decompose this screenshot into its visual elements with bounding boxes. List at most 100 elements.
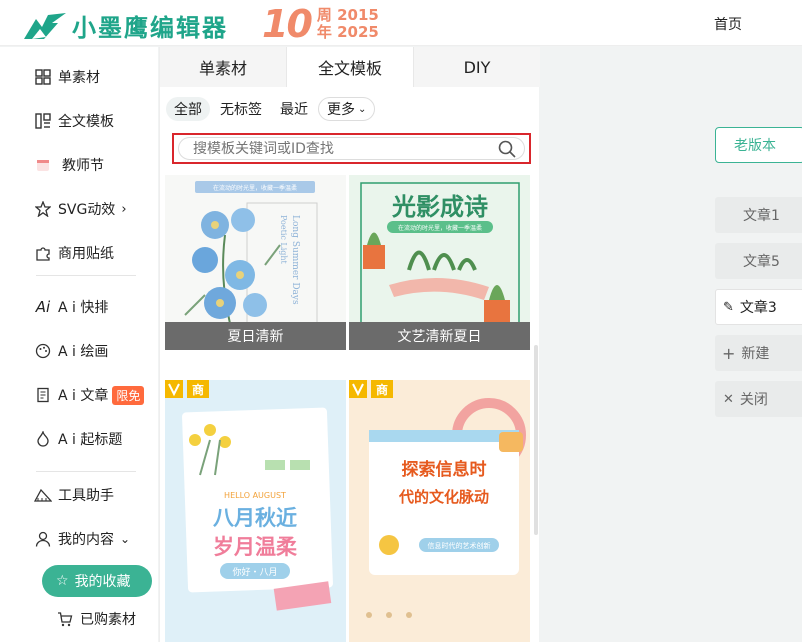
my-favorites-button[interactable]: ☆ 我的收藏 <box>42 565 152 597</box>
tab-diy[interactable]: DIY <box>414 47 540 87</box>
layout-icon <box>34 112 52 130</box>
ruler-icon <box>34 486 52 504</box>
sidebar-item-ai-article[interactable]: A i 文章 限免 <box>34 383 145 407</box>
article-tab-label: 文章1 <box>743 208 780 224</box>
sidebar-item-tools[interactable]: 工具助手 <box>34 483 114 507</box>
star-icon: ☆ <box>56 573 69 589</box>
puzzle-icon <box>34 244 52 262</box>
my-favorites-label: 我的收藏 <box>74 574 131 590</box>
user-icon <box>34 530 52 548</box>
sidebar-item-label: 我的内容 <box>58 532 114 548</box>
sidebar-item-single-material[interactable]: 单素材 <box>34 65 100 89</box>
card3-line1: 八月秋近 <box>213 506 297 530</box>
sidebar-item-label: 单素材 <box>58 70 100 86</box>
card4-line1: 探索信息时 <box>402 459 487 480</box>
filter-chips: 全部 无标签 最近 更多 ⌄ <box>166 97 377 121</box>
filter-untagged[interactable]: 无标签 <box>212 97 270 121</box>
sidebar-item-ai-headline[interactable]: A i 起标题 <box>34 427 122 451</box>
star-outline-icon <box>34 200 52 218</box>
template-thumbnail: 商 HELLO AUGUST 八月秋近 岁月温柔 你好・八月 <box>165 380 346 642</box>
panel-tabs: 单素材 全文模板 DIY <box>160 47 540 87</box>
logo-text: 小墨鹰编辑器 <box>72 14 228 42</box>
sidebar-item-label: 已购素材 <box>80 612 136 628</box>
template-thumbnail: 商 探索信息时 代的文化脉动 信息时代的艺术创新 <box>349 380 530 642</box>
card3-line2: 岁月温柔 <box>213 535 298 559</box>
article-tab-active[interactable]: ✎ 文章3 <box>715 289 802 325</box>
tab-single-material[interactable]: 单素材 <box>160 47 287 87</box>
card3-foot: 你好・八月 <box>232 566 277 578</box>
grid-icon <box>34 68 52 86</box>
template-card[interactable]: 商 探索信息时 代的文化脉动 信息时代的艺术创新 <box>349 380 530 642</box>
card3-badge: 商 <box>192 382 204 397</box>
article-tab[interactable]: 文章1 <box>715 197 802 233</box>
sidebar-item-label: 全文模板 <box>58 114 114 130</box>
panel-scrollbar[interactable] <box>534 345 538 535</box>
search-input[interactable] <box>193 140 498 157</box>
template-card[interactable]: 商 HELLO AUGUST 八月秋近 岁月温柔 你好・八月 <box>165 380 346 642</box>
sidebar-divider <box>36 471 136 472</box>
template-card[interactable]: 在流动的时光里，收藏一季温柔 Long Summer Days Poetic L… <box>165 175 346 350</box>
sidebar-item-label: 工具助手 <box>58 488 114 504</box>
filter-recent[interactable]: 最近 <box>272 97 316 121</box>
card2-banner-text: 在流动的时光里，收藏一季温柔 <box>398 224 482 232</box>
sidebar-item-label: SVG动效 <box>58 202 116 218</box>
palette-icon <box>34 342 52 360</box>
sidebar-item-label: A i 快排 <box>58 300 109 316</box>
sidebar-item-label: A i 文章 <box>58 388 109 404</box>
article-tab[interactable]: 文章5 <box>715 243 802 279</box>
sidebar-item-teachers-day[interactable]: 教师节 <box>34 153 104 177</box>
card4-line2: 代的文化脉动 <box>398 488 489 506</box>
logo[interactable]: 小墨鹰编辑器 <box>22 8 228 43</box>
sidebar-item-full-template[interactable]: 全文模板 <box>34 109 114 133</box>
sidebar-item-label: A i 绘画 <box>58 344 109 360</box>
sidebar-item-stickers[interactable]: 商用贴纸 <box>34 241 114 265</box>
sidebar-item-label: 教师节 <box>62 158 104 174</box>
document-icon <box>34 386 52 404</box>
anniversary-number: 10 <box>262 2 313 46</box>
calendar-icon <box>34 156 52 174</box>
search-highlight <box>172 133 531 164</box>
sidebar-item-ai-layout[interactable]: Ai A i 快排 <box>34 295 109 319</box>
card2-title-text: 光影成诗 <box>391 193 488 221</box>
top-bar: 小墨鹰编辑器 10 周 2015 年 2025 首页 <box>0 0 802 46</box>
card4-badge: 商 <box>376 382 388 397</box>
tab-full-template[interactable]: 全文模板 <box>287 47 414 87</box>
ai-icon: Ai <box>35 298 51 316</box>
close-icon: ✕ <box>723 391 734 407</box>
card3-small-text: HELLO AUGUST <box>224 491 286 500</box>
old-version-button[interactable]: 老版本 <box>715 127 802 163</box>
card1-banner-text: 在流动的时光里，收藏一季温柔 <box>213 184 297 192</box>
sidebar-item-purchased[interactable]: 已购素材 <box>56 607 136 631</box>
filter-all[interactable]: 全部 <box>166 97 210 121</box>
sidebar-item-my-content[interactable]: 我的内容 ⌄ <box>34 527 130 551</box>
anniversary-line-1: 周 2015 <box>316 6 379 24</box>
article-tab-label: 文章5 <box>743 254 780 270</box>
anniversary-badge: 10 周 2015 年 2025 <box>262 2 379 46</box>
plus-icon: + <box>722 343 736 363</box>
sidebar-item-ai-painting[interactable]: A i 绘画 <box>34 339 108 363</box>
sidebar-item-label: 商用贴纸 <box>58 246 114 262</box>
cart-icon <box>56 610 74 628</box>
chevron-down-icon: ⌄ <box>120 532 131 546</box>
eagle-logo-icon <box>24 12 66 39</box>
template-card[interactable]: 光影成诗 在流动的时光里，收藏一季温柔 文艺清新夏日 <box>349 175 530 350</box>
edit-icon: ✎ <box>723 299 734 315</box>
chevron-down-icon: ⌄ <box>358 103 367 115</box>
sidebar-item-svg-effects[interactable]: SVG动效 › <box>34 197 127 221</box>
article-switcher: 老版本 文章1 文章5 ✎ 文章3 + 新建 ✕ 关闭 <box>540 47 802 642</box>
close-article-button[interactable]: ✕ 关闭 <box>715 381 802 417</box>
card1-title-text: Long Summer Days <box>290 215 300 305</box>
filter-more[interactable]: 更多 ⌄ <box>318 97 376 121</box>
new-article-button[interactable]: + 新建 <box>715 335 802 371</box>
sidebar: 单素材 全文模板 教师节 SVG动效 › 商用贴纸 Ai A i 快排 A i … <box>0 47 158 642</box>
close-article-label: 关闭 <box>739 392 768 408</box>
anniversary-line-2: 年 2025 <box>316 23 379 41</box>
new-article-label: 新建 <box>741 346 770 362</box>
flame-icon <box>34 430 52 448</box>
nav-home-link[interactable]: 首页 <box>714 14 742 34</box>
search-icon[interactable] <box>498 140 516 158</box>
filter-more-label: 更多 <box>327 102 355 118</box>
article-tab-label: 文章3 <box>739 300 777 316</box>
card-caption: 夏日清新 <box>165 322 346 350</box>
card4-foot: 信息时代的艺术创新 <box>428 541 491 550</box>
